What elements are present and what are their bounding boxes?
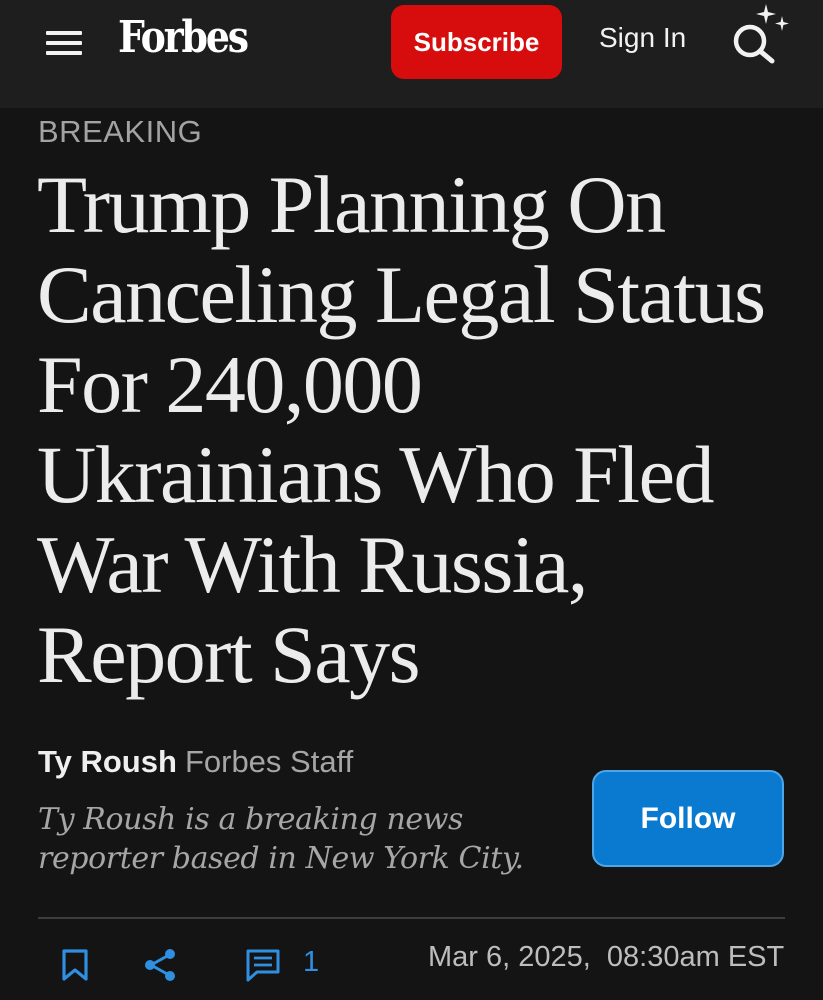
share-icon[interactable] (142, 947, 178, 983)
headline-line: For 240,000 (37, 339, 423, 430)
search-icon[interactable] (730, 3, 794, 67)
headline-line: Ukrainians Who Fled (37, 429, 715, 520)
bookmark-icon[interactable] (61, 948, 89, 982)
divider (38, 917, 785, 919)
author-bio-line: reporter based in New York City. (38, 841, 524, 876)
sign-in-link[interactable]: Sign In (599, 22, 686, 54)
headline-line: War With Russia, (37, 519, 588, 610)
headline-line: Report Says (37, 609, 421, 700)
comment-count[interactable]: 1 (303, 946, 319, 979)
headline-line: Trump Planning On (37, 159, 666, 250)
author-bio: Ty Roush is a breaking news reporter bas… (38, 800, 578, 878)
follow-button[interactable]: Follow (592, 770, 784, 867)
comment-icon[interactable] (245, 948, 281, 982)
breaking-label: BREAKING (38, 114, 203, 149)
hamburger-menu-icon[interactable] (44, 27, 84, 59)
subscribe-button[interactable]: Subscribe (391, 5, 562, 79)
author-bio-line: Ty Roush is a breaking news (38, 802, 464, 837)
forbes-logo[interactable]: Forbes (118, 12, 249, 63)
site-header: Forbes Subscribe Sign In (0, 0, 823, 108)
author-role: Forbes Staff (184, 744, 354, 779)
author-name[interactable]: Ty Roush (38, 744, 177, 779)
byline: Ty Roush Forbes Staff (38, 744, 353, 780)
headline-line: Canceling Legal Status (37, 249, 766, 340)
publish-date: Mar 6, 2025, 08:30am EST (428, 941, 785, 973)
article-headline: Trump Planning On Canceling Legal Status… (37, 160, 797, 700)
